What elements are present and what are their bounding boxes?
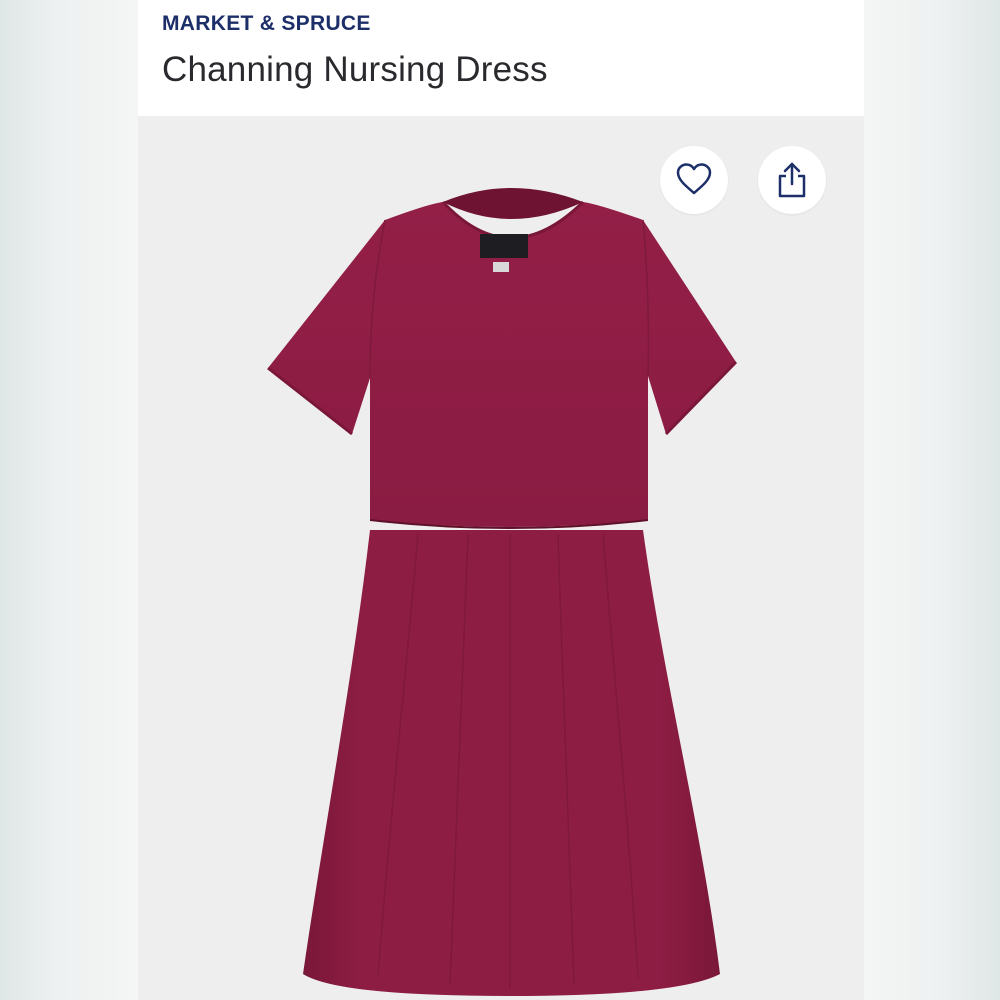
share-button[interactable] [758,146,826,214]
product-image[interactable] [138,116,864,1000]
product-card: MARKET & SPRUCE Channing Nursing Dress [138,0,864,1000]
product-title: Channing Nursing Dress [162,50,548,89]
share-icon [778,162,806,198]
dress-photo [267,188,738,996]
garment-tag [480,234,528,258]
heart-icon [676,163,712,195]
brand-name[interactable]: MARKET & SPRUCE [162,12,371,36]
dress-skirt [303,530,720,996]
product-header: MARKET & SPRUCE Channing Nursing Dress [138,0,864,116]
favorite-button[interactable] [660,146,728,214]
